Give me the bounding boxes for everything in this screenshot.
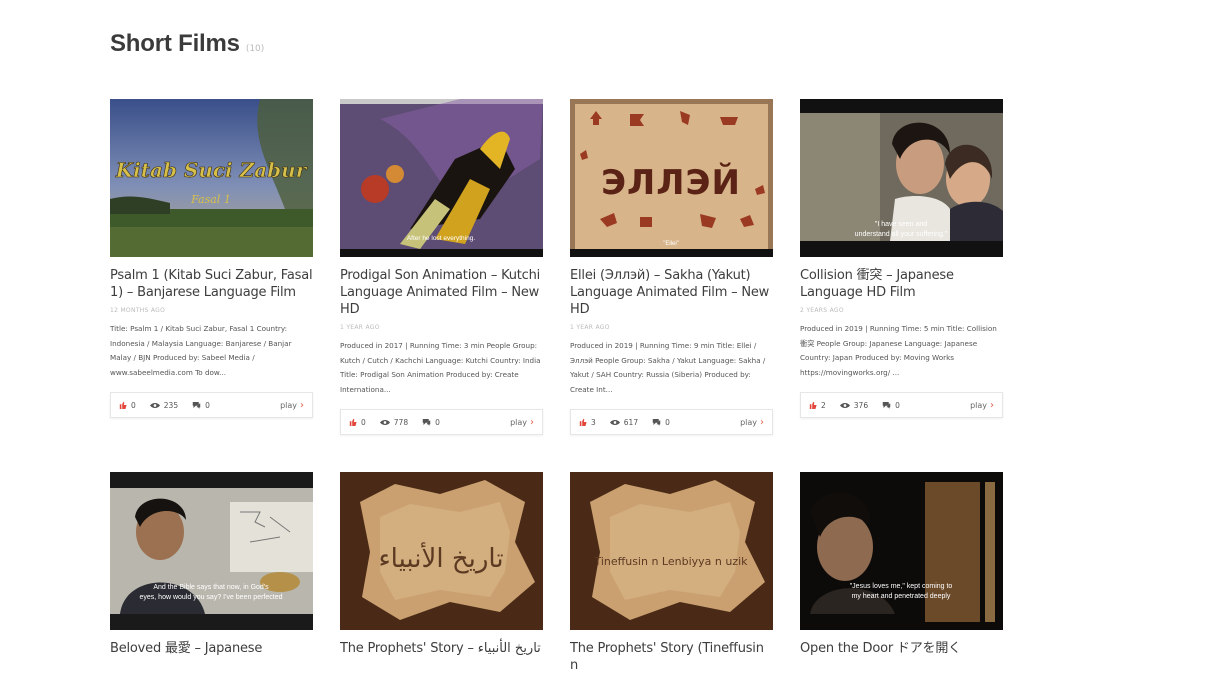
thumbnail-subtitle-text: Fasal 1 xyxy=(190,193,231,206)
comment-bubble-icon xyxy=(422,419,431,426)
film-card: ЭЛЛЭЙ "Ellei" Ellei (Эллэй) – Sakha (Yak… xyxy=(570,99,773,435)
film-date: 12 MONTHS AGO xyxy=(110,307,166,314)
play-link[interactable]: play › xyxy=(510,417,534,428)
section-header: Short Films (10) xyxy=(110,30,264,58)
comments-count: 0 xyxy=(205,400,210,410)
comments-stat[interactable]: 0 xyxy=(652,418,670,427)
film-card: "I have seen and understand all your suff… xyxy=(800,99,1003,418)
film-title[interactable]: Ellei (Эллэй) – Sakha (Yakut) Language A… xyxy=(570,267,773,318)
thumbnail-image: Kitab Suci Zabur Fasal 1 xyxy=(110,99,313,257)
likes-stat[interactable]: 0 xyxy=(349,418,366,427)
film-card: After he lost everything. Prodigal Son A… xyxy=(340,99,543,435)
chevron-right-icon: › xyxy=(990,399,994,411)
film-title[interactable]: Psalm 1 (Kitab Suci Zabur, Fasal 1) – Ba… xyxy=(110,267,313,301)
film-excerpt: Title: Psalm 1 / Kitab Suci Zabur, Fasal… xyxy=(110,324,292,377)
section-count: (10) xyxy=(245,44,265,54)
film-thumbnail[interactable]: "Jesus loves me," kept coming to my heart… xyxy=(800,472,1003,630)
likes-count: 0 xyxy=(361,417,366,427)
eye-icon xyxy=(839,402,850,408)
film-date: 2 YEARS AGO xyxy=(800,307,844,314)
film-excerpt: Produced in 2017 | Running Time: 3 min P… xyxy=(340,341,541,394)
eye-icon xyxy=(609,419,620,425)
play-label: play xyxy=(280,400,297,410)
views-stat: 617 xyxy=(609,417,639,427)
play-link[interactable]: play › xyxy=(970,400,994,411)
play-label: play xyxy=(740,417,757,427)
views-count: 376 xyxy=(853,400,869,410)
likes-stat[interactable]: 2 xyxy=(809,401,826,410)
chevron-right-icon: › xyxy=(300,399,304,411)
views-stat: 235 xyxy=(149,400,179,410)
film-card: "Jesus loves me," kept coming to my heart… xyxy=(800,472,1003,657)
views-count: 617 xyxy=(623,417,639,427)
film-title[interactable]: Collision 衝突 – Japanese Language HD Film xyxy=(800,267,1003,301)
film-card: Tineffusin n Lenbiyya n uzik The Prophet… xyxy=(570,472,773,674)
comments-count: 0 xyxy=(435,417,440,427)
film-thumbnail[interactable]: ЭЛЛЭЙ "Ellei" xyxy=(570,99,773,257)
thumbnail-caption: "Ellei" xyxy=(663,241,679,247)
film-date: 1 YEAR AGO xyxy=(340,324,380,331)
likes-stat[interactable]: 3 xyxy=(579,418,596,427)
views-stat: 376 xyxy=(839,400,869,410)
likes-count: 0 xyxy=(131,400,136,410)
thumbnail-title-text: Kitab Suci Zabur xyxy=(115,158,308,182)
likes-count: 2 xyxy=(821,400,826,410)
film-thumbnail[interactable]: "I have seen and understand all your suff… xyxy=(800,99,1003,257)
thumbnail-image: After he lost everything. xyxy=(340,99,543,257)
film-card: And the Bible says that now, in God's eye… xyxy=(110,472,313,657)
film-card: تاريخ الأنبياء The Prophets' Story – تار… xyxy=(340,472,543,657)
thumbs-up-icon xyxy=(809,401,817,409)
film-card: Kitab Suci Zabur Fasal 1 Psalm 1 (Kitab … xyxy=(110,99,313,418)
comments-count: 0 xyxy=(895,400,900,410)
play-link[interactable]: play › xyxy=(280,400,304,411)
comments-count: 0 xyxy=(665,417,670,427)
film-thumbnail[interactable]: تاريخ الأنبياء xyxy=(340,472,543,630)
play-label: play xyxy=(510,417,527,427)
thumbnail-image: "I have seen and understand all your suff… xyxy=(800,99,1003,257)
film-stats-bar: 3 617 0 play › xyxy=(570,409,773,435)
film-stats-bar: 2 376 0 play › xyxy=(800,392,1003,418)
likes-count: 3 xyxy=(591,417,596,427)
thumbnail-title-text: ЭЛЛЭЙ xyxy=(601,162,741,203)
comments-stat[interactable]: 0 xyxy=(422,418,440,427)
thumbs-up-icon xyxy=(119,401,127,409)
views-count: 235 xyxy=(163,400,179,410)
thumbs-up-icon xyxy=(579,418,587,426)
film-thumbnail[interactable]: After he lost everything. xyxy=(340,99,543,257)
thumbnail-image: تاريخ الأنبياء xyxy=(340,472,543,630)
comment-bubble-icon xyxy=(882,402,891,409)
film-thumbnail[interactable]: Tineffusin n Lenbiyya n uzik xyxy=(570,472,773,630)
eye-icon xyxy=(149,402,160,408)
thumbnail-image: ЭЛЛЭЙ "Ellei" xyxy=(570,99,773,257)
likes-stat[interactable]: 0 xyxy=(119,401,136,410)
chevron-right-icon: › xyxy=(530,416,534,428)
film-title[interactable]: The Prophets' Story (Tineffusin n xyxy=(570,640,773,674)
views-count: 778 xyxy=(393,417,409,427)
comments-stat[interactable]: 0 xyxy=(882,401,900,410)
film-thumbnail[interactable]: And the Bible says that now, in God's eye… xyxy=(110,472,313,630)
film-stats-bar: 0 235 0 play › xyxy=(110,392,313,418)
thumbnail-caption: After he lost everything. xyxy=(407,235,475,242)
film-excerpt: Produced in 2019 | Running Time: 5 min T… xyxy=(800,324,997,377)
thumbnail-title-text: Tineffusin n Lenbiyya n uzik xyxy=(593,555,748,568)
thumbnail-image: "Jesus loves me," kept coming to my heart… xyxy=(800,472,1003,630)
chevron-right-icon: › xyxy=(760,416,764,428)
eye-icon xyxy=(379,419,390,425)
comment-bubble-icon xyxy=(192,402,201,409)
film-title[interactable]: Prodigal Son Animation – Kutchi Language… xyxy=(340,267,543,318)
views-stat: 778 xyxy=(379,417,409,427)
thumbnail-image: Tineffusin n Lenbiyya n uzik xyxy=(570,472,773,630)
thumbnail-title-text: تاريخ الأنبياء xyxy=(378,541,503,574)
play-label: play xyxy=(970,400,987,410)
thumbs-up-icon xyxy=(349,418,357,426)
comment-bubble-icon xyxy=(652,419,661,426)
section-title: Short Films xyxy=(110,30,240,57)
thumbnail-image: And the Bible says that now, in God's eye… xyxy=(110,472,313,630)
film-thumbnail[interactable]: Kitab Suci Zabur Fasal 1 xyxy=(110,99,313,257)
play-link[interactable]: play › xyxy=(740,417,764,428)
film-date: 1 YEAR AGO xyxy=(570,324,610,331)
film-stats-bar: 0 778 0 play › xyxy=(340,409,543,435)
comments-stat[interactable]: 0 xyxy=(192,401,210,410)
film-excerpt: Produced in 2019 | Running Time: 9 min T… xyxy=(570,341,766,394)
